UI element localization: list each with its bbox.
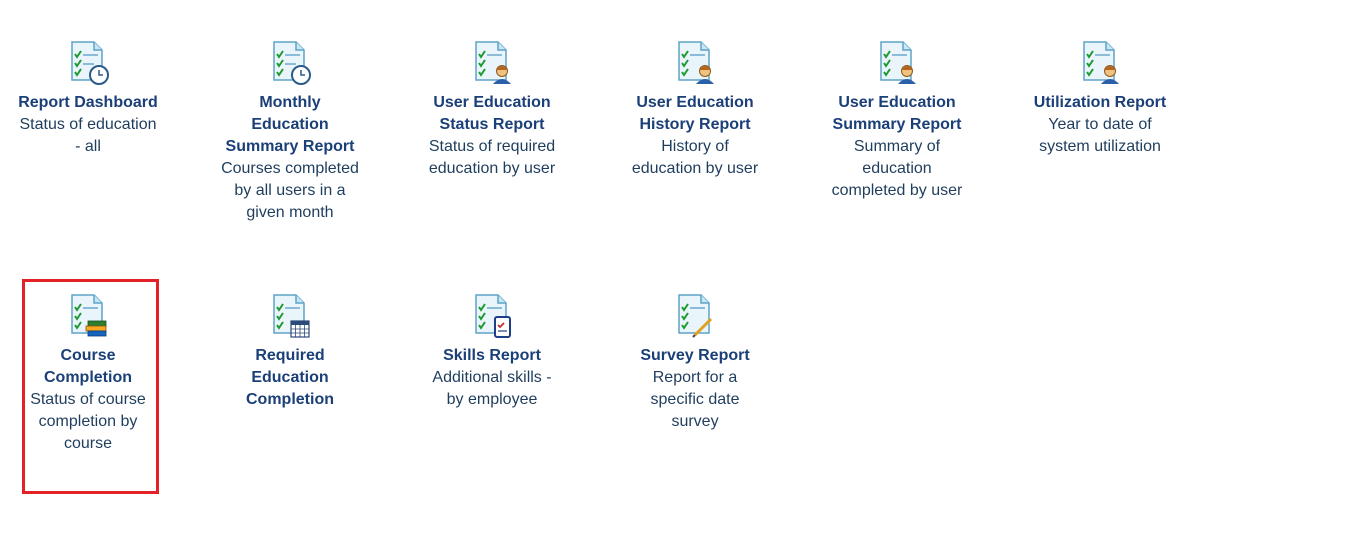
report-clock-icon [273,41,311,85]
report-user-icon [475,41,511,84]
report-user-icon [678,41,714,84]
report-description: Additional skills - by employee [432,369,552,408]
report-description: Report for a specific date survey [650,369,740,430]
report-description: Summary of education completed by user [831,138,963,199]
report-description: Courses completed by all users in a give… [221,160,359,221]
report-title[interactable]: User Education Status Report [422,92,562,136]
report-title[interactable]: Skills Report [422,345,562,367]
report-tile-survey[interactable]: Survey Report Report for a specific date… [625,293,765,433]
report-title[interactable]: Required Education Completion [220,345,360,411]
report-description: Status of course completion by course [30,391,146,452]
report-calendar-icon [273,294,310,338]
report-title[interactable]: User Education Summary Report [827,92,967,136]
report-title[interactable]: Utilization Report [1030,92,1170,114]
report-description: Year to date of system utilization [1039,116,1161,155]
report-user-icon [880,41,916,84]
report-user-icon [1083,41,1119,84]
report-tile-skills[interactable]: Skills Report Additional skills - by emp… [422,293,562,411]
report-checklist-icon [475,294,511,338]
report-books-icon [71,294,107,337]
report-clock-icon [71,41,109,85]
report-description: Status of required education by user [428,138,556,177]
report-tile-user-education-status[interactable]: User Education Status Report Status of r… [422,40,562,180]
report-title[interactable]: Monthly Education Summary Report [220,92,360,158]
report-title[interactable]: Course Completion [18,345,158,389]
report-tile-required-education-completion[interactable]: Required Education Completion [220,293,360,411]
report-description: History of education by user [631,138,759,177]
report-tile-user-education-history[interactable]: User Education History Report History of… [625,40,765,180]
report-title[interactable]: Report Dashboard [18,92,158,114]
report-tile-user-education-summary[interactable]: User Education Summary Report Summary of… [827,40,967,202]
report-pen-icon [678,294,713,338]
report-tile-course-completion[interactable]: Course Completion Status of course compl… [18,293,158,455]
report-tile-report-dashboard[interactable]: Report Dashboard Status of education - a… [18,40,158,158]
report-title[interactable]: Survey Report [625,345,765,367]
report-tile-monthly-education-summary[interactable]: Monthly Education Summary Report Courses… [220,40,360,224]
report-description: Status of education - all [19,116,157,155]
report-title[interactable]: User Education History Report [625,92,765,136]
report-tile-utilization[interactable]: Utilization Report Year to date of syste… [1030,40,1170,158]
